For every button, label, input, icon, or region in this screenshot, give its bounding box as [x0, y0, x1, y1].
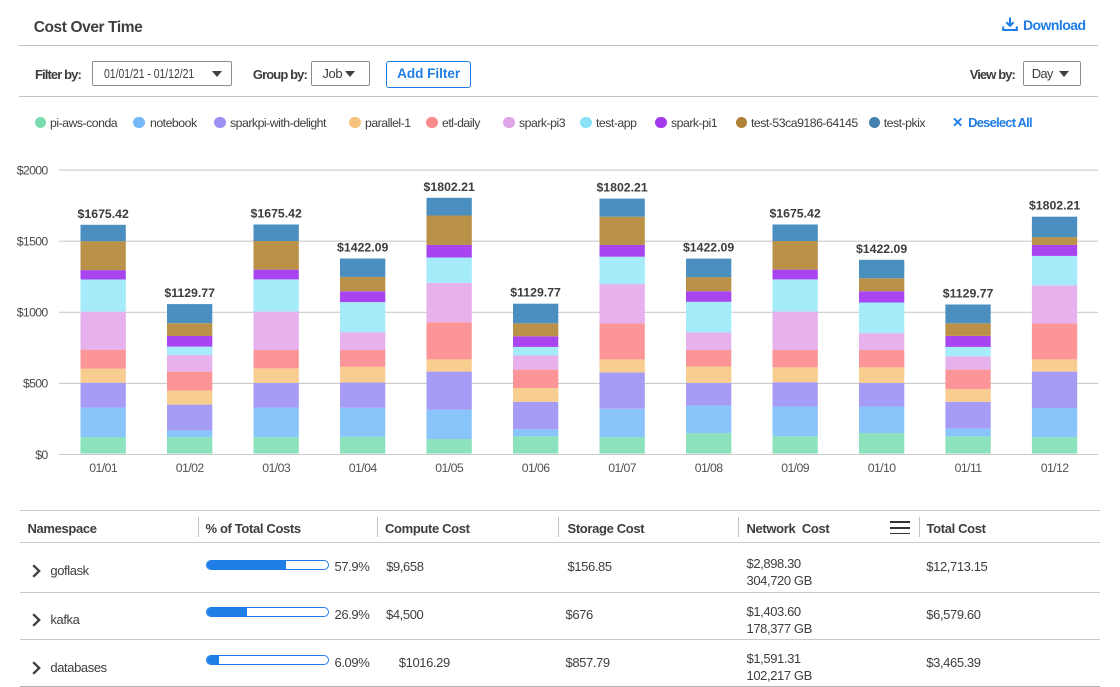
svg-text:01/06: 01/06: [522, 461, 551, 475]
svg-text:$1802.21: $1802.21: [596, 181, 647, 195]
svg-text:01/08: 01/08: [695, 461, 724, 475]
svg-text:01/09: 01/09: [781, 461, 810, 475]
svg-text:01/12: 01/12: [1041, 461, 1070, 475]
svg-text:01/05: 01/05: [435, 461, 464, 475]
svg-text:01/04: 01/04: [349, 461, 378, 475]
svg-text:$1129.77: $1129.77: [164, 286, 215, 300]
svg-text:$500: $500: [23, 377, 48, 391]
svg-text:$2000: $2000: [17, 163, 49, 177]
svg-text:$1422.09: $1422.09: [856, 242, 907, 256]
svg-text:01/01: 01/01: [89, 461, 118, 475]
svg-text:$1422.09: $1422.09: [683, 241, 734, 255]
svg-text:01/03: 01/03: [262, 461, 291, 475]
svg-text:01/07: 01/07: [608, 461, 637, 475]
svg-text:$0: $0: [35, 448, 48, 462]
svg-text:$1675.42: $1675.42: [251, 207, 302, 221]
svg-text:01/10: 01/10: [868, 461, 897, 475]
svg-text:$1802.21: $1802.21: [1029, 199, 1080, 213]
svg-text:$1675.42: $1675.42: [78, 207, 129, 221]
svg-text:$1675.42: $1675.42: [769, 207, 820, 221]
svg-text:$1802.21: $1802.21: [424, 180, 475, 194]
svg-text:$1500: $1500: [17, 235, 49, 249]
svg-text:01/02: 01/02: [176, 461, 205, 475]
svg-text:$1000: $1000: [17, 306, 49, 320]
svg-text:$1129.77: $1129.77: [510, 286, 561, 300]
svg-text:$1422.09: $1422.09: [337, 241, 388, 255]
svg-text:$1129.77: $1129.77: [943, 287, 994, 301]
svg-text:01/11: 01/11: [955, 461, 983, 475]
